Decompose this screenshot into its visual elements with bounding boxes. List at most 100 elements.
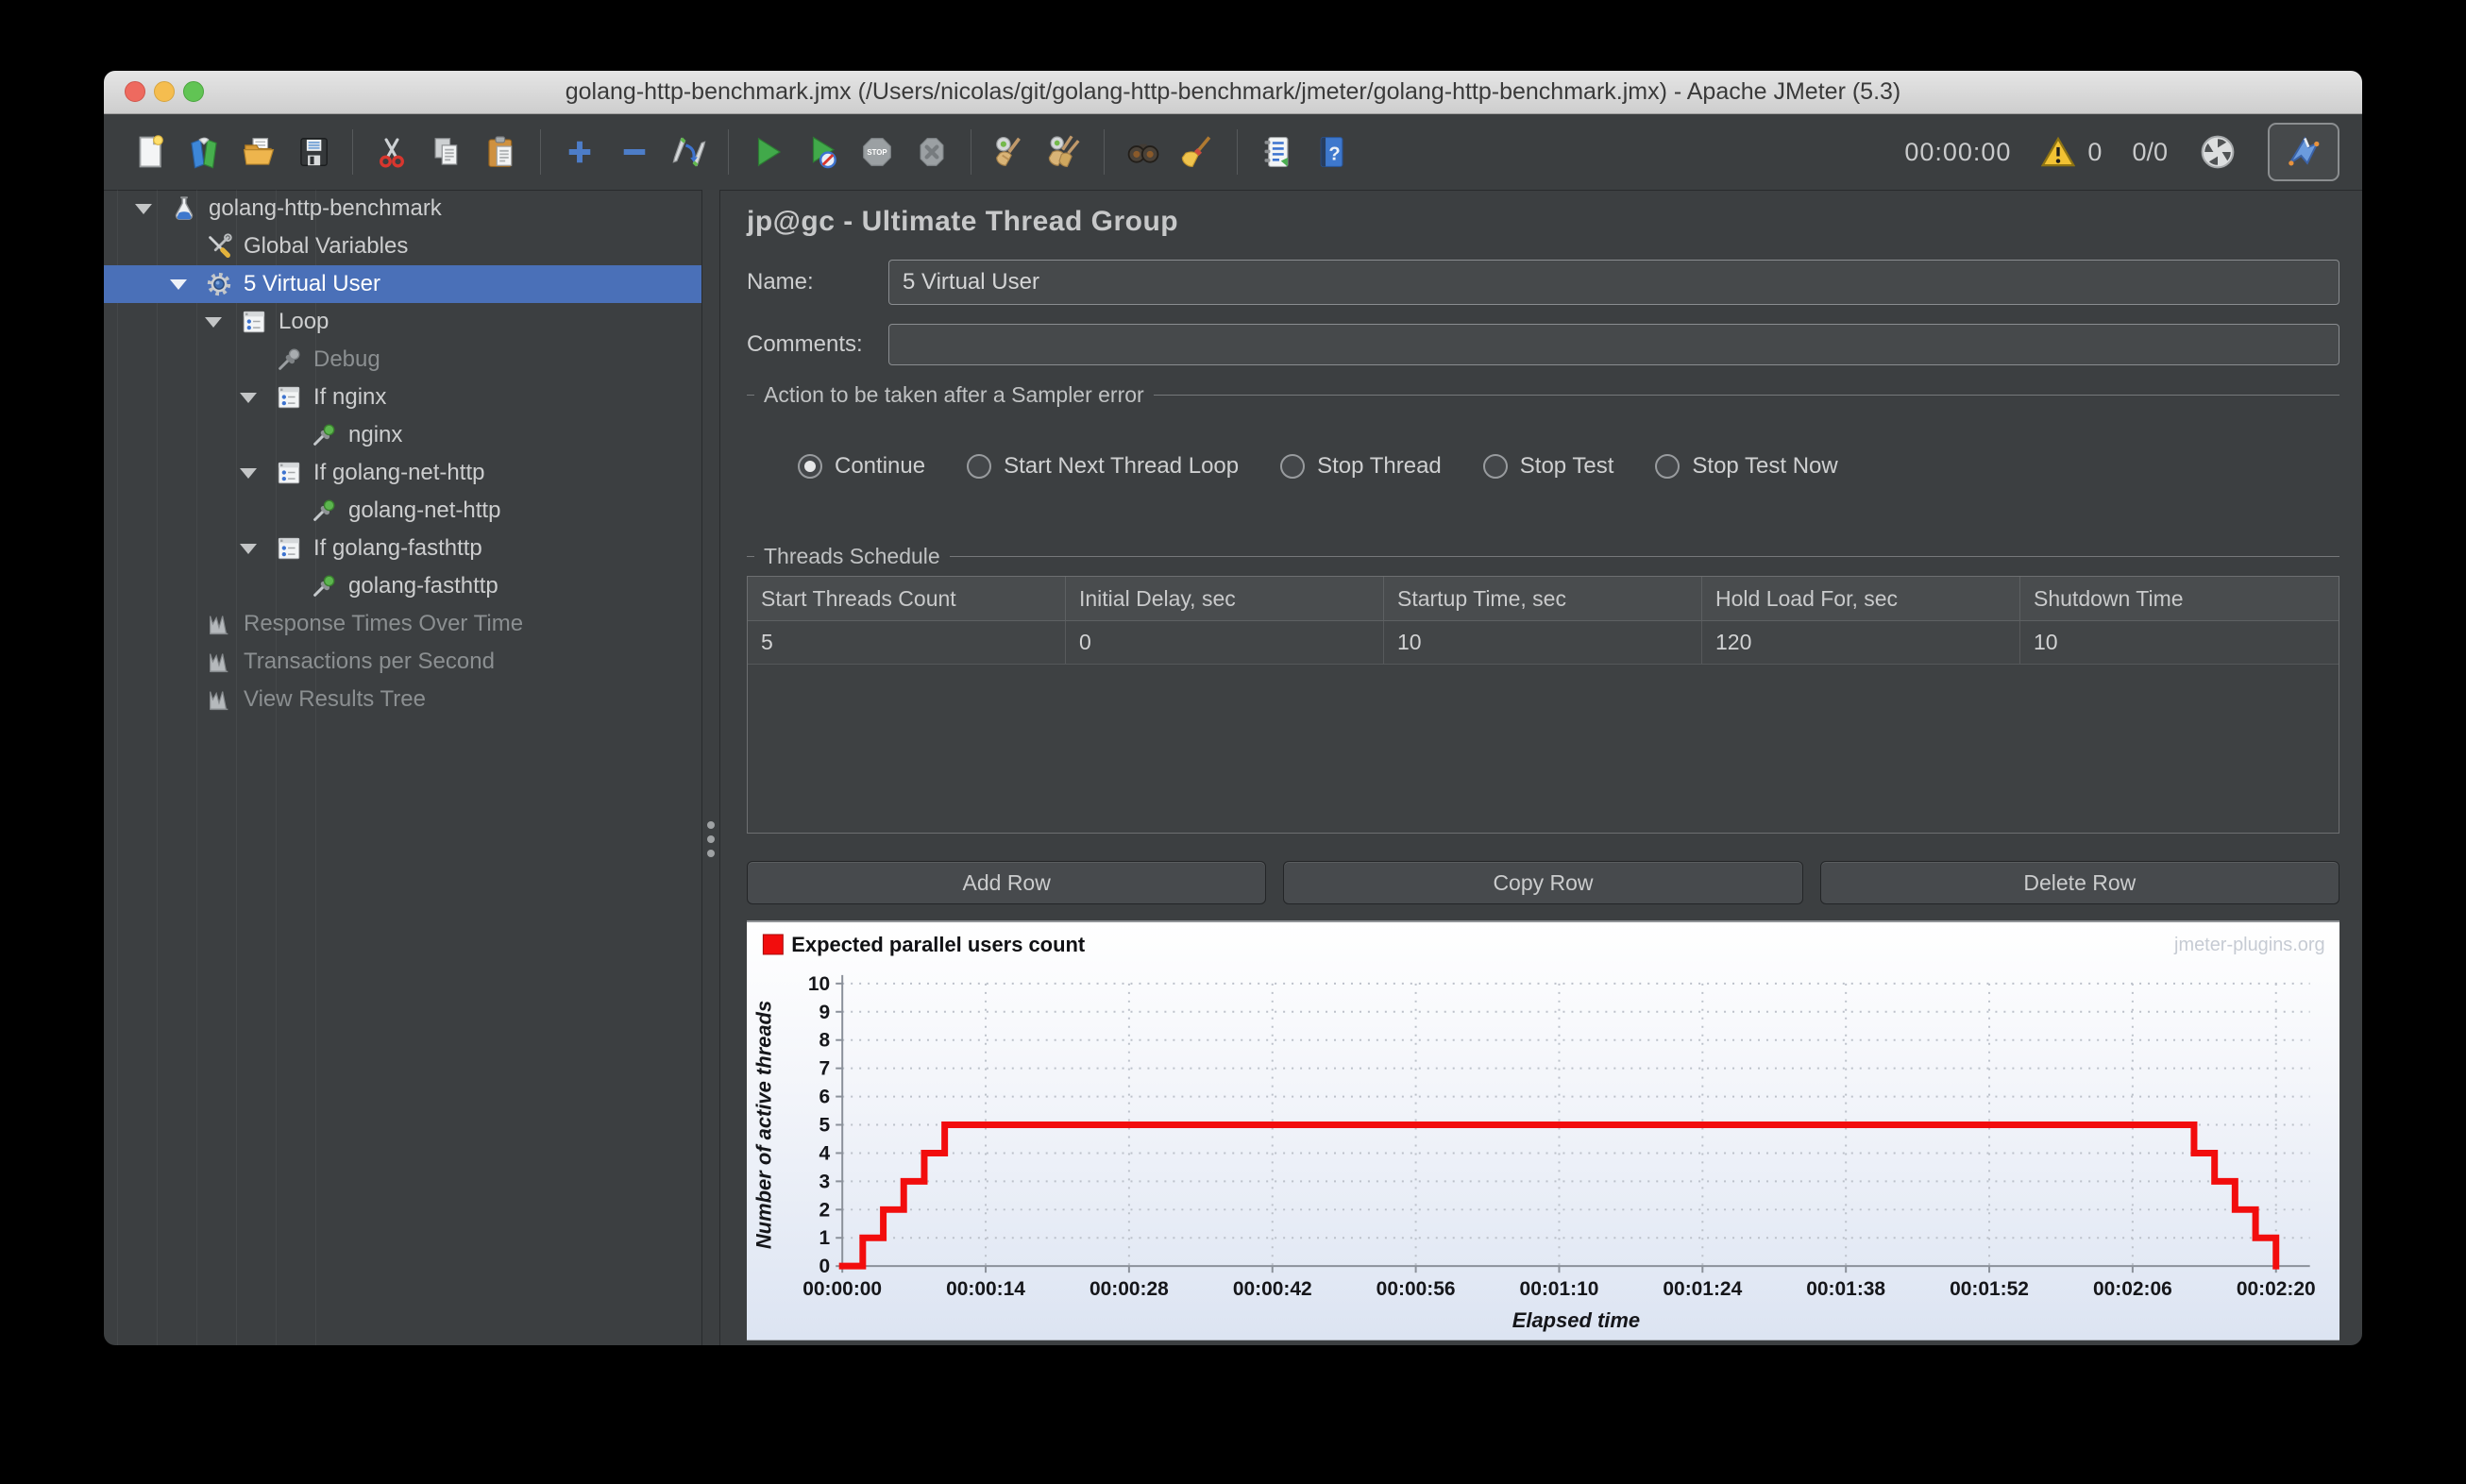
tree-expander[interactable] [200,316,240,328]
clear-all-icon [1048,135,1080,168]
panel-splitter[interactable] [702,190,720,1345]
name-input[interactable] [888,260,2339,305]
splitter-grip[interactable] [707,821,715,857]
tree-item-debug[interactable]: Debug [104,341,701,379]
paste-button[interactable] [475,123,528,181]
open-file-button[interactable] [232,123,285,181]
svg-text:00:00:28: 00:00:28 [1089,1278,1169,1300]
close-window-button[interactable] [125,81,145,102]
tree-item-transactions-per-second[interactable]: Transactions per Second [104,643,701,681]
radio-label: Stop Test [1519,453,1614,479]
copy-button[interactable] [420,123,473,181]
tree-expander[interactable] [235,392,275,403]
tree-item-global-variables[interactable]: Global Variables [104,228,701,265]
table-row: 5 0 10 120 10 [748,621,2339,665]
tree-item-golang-net-http[interactable]: golang-net-http [104,492,701,530]
copy-row-button[interactable]: Copy Row [1283,861,1803,904]
tree-item-golang-http-benchmark[interactable]: golang-http-benchmark [104,190,701,228]
radio-stop-test-now[interactable]: Stop Test Now [1655,453,1838,480]
search-button[interactable] [1117,123,1170,181]
tree-item-label: golang-http-benchmark [209,195,442,221]
tree-expander[interactable] [165,278,205,290]
help-button[interactable]: ? [1305,123,1358,181]
svg-text:2: 2 [819,1199,831,1221]
threads-preview-chart: .grid{stroke:#bcc1ca;stroke-width:2;stro… [747,920,2339,1341]
svg-text:jmeter-plugins.org: jmeter-plugins.org [2173,935,2325,955]
stop-button[interactable]: STOP [851,123,904,181]
radio-circle-icon [967,454,992,479]
svg-text:1: 1 [819,1227,831,1249]
save-button[interactable] [287,123,340,181]
radio-start-next-thread-loop[interactable]: Start Next Thread Loop [967,453,1239,480]
table-cell[interactable]: 120 [1702,621,2020,664]
table-cell[interactable]: 5 [748,621,1066,664]
tree-item-loop[interactable]: Loop [104,303,701,341]
add-row-button[interactable]: Add Row [747,861,1267,904]
save-icon [300,138,328,166]
toolbar: STOP? 00:00:00 0 0/0 [104,114,2362,191]
clear-all-button[interactable] [1039,123,1091,181]
templates-button[interactable] [177,123,230,181]
shutdown-button[interactable] [905,123,958,181]
log-errors-indicator[interactable]: 0 [2041,135,2102,169]
sampler-error-legend-text: Action to be taken after a Sampler error [764,381,1144,407]
table-cell[interactable]: 0 [1066,621,1384,664]
elapsed-timer: 00:00:00 [1904,137,2012,166]
tree-item-nginx[interactable]: nginx [104,416,701,454]
svg-text:00:00:14: 00:00:14 [946,1278,1025,1300]
cut-button[interactable] [365,123,418,181]
toggle-button[interactable] [663,123,716,181]
row-action-buttons: Add Row Copy Row Delete Row [747,861,2339,904]
start-button[interactable] [741,123,794,181]
tree-item-if-golang-fasthttp[interactable]: If golang-fasthttp [104,530,701,567]
config-panel: jp@gc - Ultimate Thread Group Name: Comm… [720,190,2362,1345]
function-helper-button[interactable] [1250,123,1303,181]
svg-text:STOP: STOP [867,148,887,157]
delete-row-button[interactable]: Delete Row [1819,861,2339,904]
column-header-initial-delay-sec[interactable]: Initial Delay, sec [1066,577,1384,620]
element-title: jp@gc - Ultimate Thread Group [747,206,1179,237]
tree-expander[interactable] [130,203,170,214]
remote-status-button[interactable] [2198,132,2238,172]
tree-item-label: golang-net-http [348,497,501,523]
tree-item-5-virtual-user[interactable]: 5 Virtual User [104,265,701,303]
table-cell[interactable]: 10 [1384,621,1702,664]
minimize-window-button[interactable] [154,81,175,102]
column-header-start-threads-count[interactable]: Start Threads Count [748,577,1066,620]
radio-circle-icon [1482,454,1508,479]
svg-text:00:01:24: 00:01:24 [1663,1278,1742,1300]
radio-stop-test[interactable]: Stop Test [1482,453,1614,480]
tree-item-label: Transactions per Second [244,649,495,674]
cut-icon [380,138,404,168]
clear-button[interactable] [984,123,1037,181]
zoom-window-button[interactable] [183,81,204,102]
tree-item-golang-fasthttp[interactable]: golang-fasthttp [104,567,701,605]
radio-continue[interactable]: Continue [798,453,925,480]
table-cell[interactable]: 10 [2020,621,2339,664]
plugins-manager-button[interactable] [2268,123,2339,181]
new-file-button[interactable] [123,123,176,181]
column-header-startup-time-sec[interactable]: Startup Time, sec [1384,577,1702,620]
column-header-shutdown-time[interactable]: Shutdown Time [2020,577,2339,620]
toolbar-separator [1104,129,1105,175]
comments-input[interactable] [888,324,2339,365]
search-reset-button[interactable] [1172,123,1225,181]
svg-text:00:02:06: 00:02:06 [2093,1278,2172,1300]
start-no-timers-button[interactable] [796,123,849,181]
test-plan-icon [175,196,194,220]
radio-circle-icon [1655,454,1681,479]
window-title: golang-http-benchmark.jmx (/Users/nicola… [565,78,1901,105]
tree-item-response-times-over-time[interactable]: Response Times Over Time [104,605,701,643]
tree-item-if-nginx[interactable]: If nginx [104,379,701,416]
shutdown-icon [920,138,944,166]
add-button[interactable] [553,123,606,181]
tree-item-if-golang-net-http[interactable]: If golang-net-http [104,454,701,492]
column-header-hold-load-for-sec[interactable]: Hold Load For, sec [1702,577,2020,620]
tree-expander[interactable] [235,543,275,554]
radio-stop-thread[interactable]: Stop Thread [1280,453,1442,480]
remove-button[interactable] [608,123,661,181]
table-empty-area[interactable] [748,665,2339,833]
tree-item-view-results-tree[interactable]: View Results Tree [104,681,701,718]
radio-label: Stop Thread [1317,453,1442,479]
tree-expander[interactable] [235,467,275,479]
